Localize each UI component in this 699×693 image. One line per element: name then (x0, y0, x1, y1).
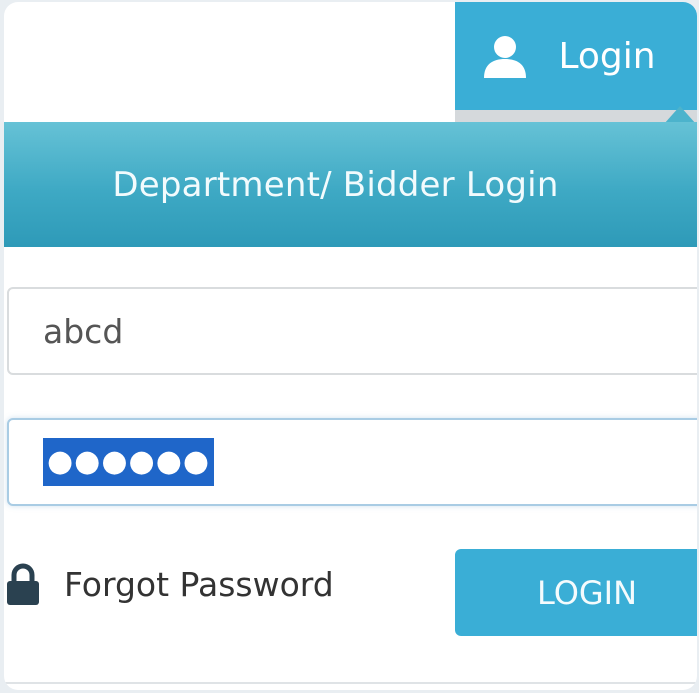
login-button[interactable]: LOGIN (455, 549, 697, 636)
username-input[interactable]: abcd (7, 287, 697, 375)
panel-header: Department/ Bidder Login (4, 122, 697, 247)
lock-icon (7, 563, 39, 605)
panel-title: Department/ Bidder Login (112, 164, 559, 205)
username-value: abcd (43, 311, 124, 351)
login-tab-label: Login (558, 35, 656, 77)
login-panel: Login Department/ Bidder Login abcd ●●●●… (4, 2, 697, 690)
bottom-divider (4, 682, 697, 684)
login-tab[interactable]: Login (455, 2, 697, 110)
password-value: ●●●●●● (43, 438, 215, 486)
forgot-password-link[interactable]: Forgot Password (4, 554, 334, 614)
password-input[interactable]: ●●●●●● (7, 418, 697, 506)
user-icon (484, 36, 527, 78)
forgot-password-label: Forgot Password (64, 564, 334, 604)
login-button-label: LOGIN (537, 573, 638, 612)
